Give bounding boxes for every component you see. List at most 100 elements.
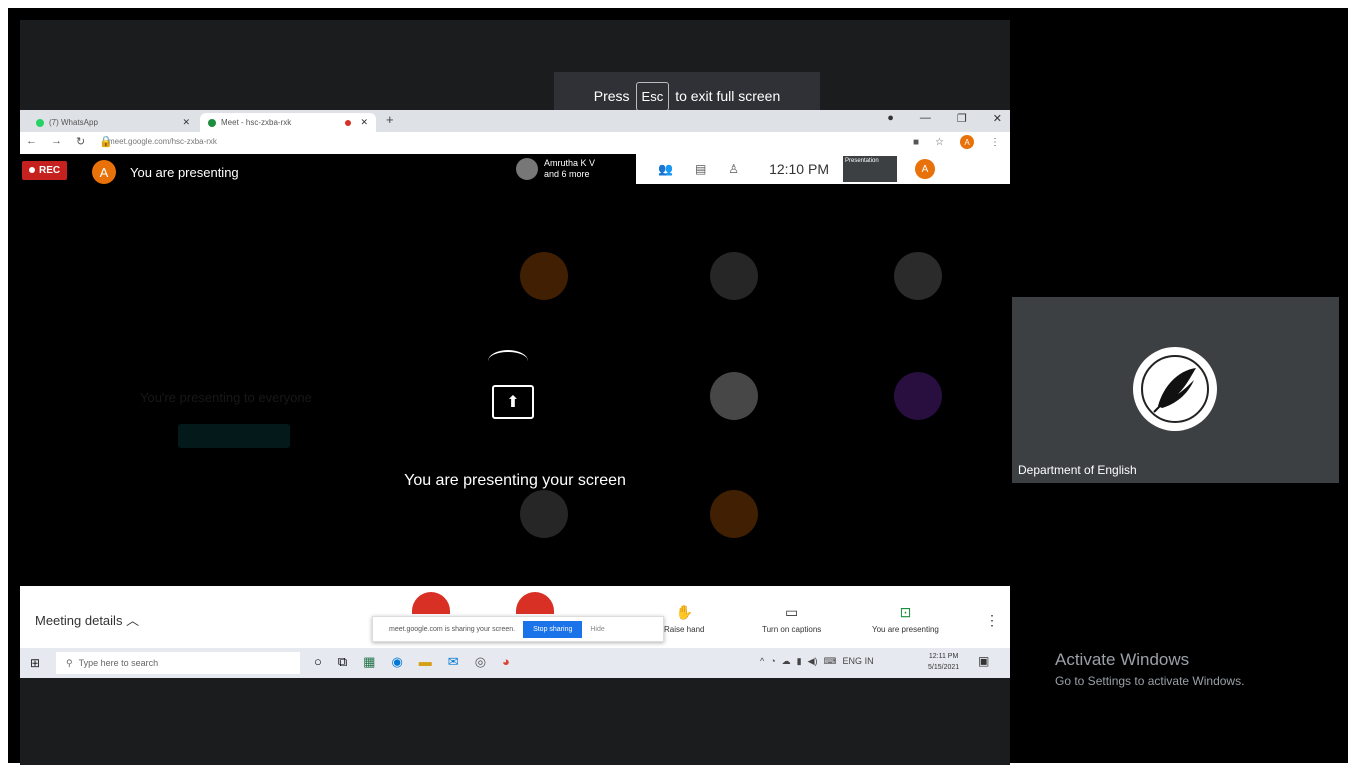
restore-icon[interactable]: ❐ bbox=[957, 112, 967, 125]
lang-label[interactable]: ENG IN bbox=[843, 656, 874, 667]
lang-region: IN bbox=[864, 656, 874, 666]
task-view-icon[interactable]: ⧉ bbox=[338, 654, 347, 670]
chevron-up-icon[interactable]: ^ bbox=[760, 656, 764, 667]
media-player-icon[interactable]: ◎ bbox=[475, 654, 486, 670]
new-tab-button[interactable]: + bbox=[386, 112, 394, 127]
rec-label: REC bbox=[39, 165, 61, 176]
participant-name: Department of English bbox=[1018, 463, 1137, 477]
mail-icon[interactable]: ✉ bbox=[448, 654, 459, 670]
browser-tabbar: (7) WhatsApp ✕ Meet - hsc-zxba-rxk ✕ + ●… bbox=[20, 110, 1010, 132]
present-icon: ⊡ bbox=[899, 604, 912, 620]
loading-spinner bbox=[488, 350, 528, 372]
address-actions: ■ ☆ A ⋮ bbox=[913, 135, 1000, 149]
present-screen-icon: ⬆ bbox=[492, 385, 534, 419]
tab-label: Meet - hsc-zxba-rxk bbox=[221, 118, 292, 127]
captions-button[interactable]: ▭ Turn on captions bbox=[762, 604, 821, 634]
sharing-banner: meet.google.com is sharing your screen. … bbox=[372, 616, 664, 642]
esc-key: Esc bbox=[635, 81, 670, 111]
search-placeholder: Type here to search bbox=[78, 658, 159, 668]
mic-tray-icon[interactable]: ▮ bbox=[797, 656, 802, 667]
captions-icon: ▭ bbox=[785, 604, 799, 620]
participant-name: Amrutha K V bbox=[544, 158, 596, 168]
background-stop-button bbox=[178, 424, 290, 448]
nav-buttons: ← → ↻ 🔒 bbox=[26, 135, 113, 148]
participant-tile bbox=[520, 490, 568, 538]
excel-icon[interactable]: ▦ bbox=[363, 654, 375, 670]
windows-start-icon[interactable]: ⊞ bbox=[30, 656, 40, 670]
sharing-text: meet.google.com is sharing your screen. bbox=[389, 625, 516, 633]
edge-icon[interactable]: ◉ bbox=[391, 654, 402, 670]
forward-icon[interactable]: → bbox=[51, 135, 62, 148]
cortana-icon[interactable]: ○ bbox=[314, 654, 322, 670]
participant-tile bbox=[520, 252, 568, 300]
more-options-icon[interactable]: ⋮ bbox=[985, 612, 999, 629]
participant-tile bbox=[710, 372, 758, 420]
whatsapp-icon bbox=[36, 118, 44, 127]
activate-windows-watermark: Activate Windows Go to Settings to activ… bbox=[1055, 650, 1244, 688]
meeting-details-label: Meeting details bbox=[35, 613, 123, 628]
participant-tile-department[interactable]: Department of English bbox=[1012, 297, 1339, 483]
back-icon[interactable]: ← bbox=[26, 135, 37, 148]
tab-meet[interactable]: Meet - hsc-zxba-rxk ✕ bbox=[200, 113, 376, 132]
participant-tile bbox=[894, 372, 942, 420]
close-window-icon[interactable]: ✕ bbox=[993, 112, 1002, 125]
windows-taskbar: ⊞ ⚲ Type here to search ○ ⧉ ▦ ◉ ▬ ✉ ◎ ◕ ^… bbox=[20, 648, 1010, 678]
mic-button[interactable] bbox=[412, 592, 450, 614]
toast-press: Press bbox=[593, 88, 630, 104]
taskbar-search-input[interactable]: ⚲ Type here to search bbox=[56, 652, 300, 674]
department-logo bbox=[1133, 347, 1217, 431]
present-button[interactable]: ⊡ You are presenting bbox=[872, 604, 939, 634]
taskbar-apps: ○ ⧉ ▦ ◉ ▬ ✉ ◎ ◕ bbox=[314, 654, 510, 670]
window-controls: ● — ❐ ✕ bbox=[887, 112, 1002, 125]
stop-sharing-button[interactable]: Stop sharing bbox=[523, 620, 583, 638]
menu-kebab-icon[interactable]: ⋮ bbox=[990, 137, 1000, 148]
presenting-screen-message: You are presenting your screen bbox=[404, 472, 626, 489]
extension-icon[interactable]: ● bbox=[887, 112, 894, 125]
raise-hand-label: Raise hand bbox=[664, 625, 705, 634]
star-icon[interactable]: ☆ bbox=[935, 137, 944, 148]
minimize-icon[interactable]: — bbox=[920, 112, 931, 125]
close-icon[interactable]: ✕ bbox=[360, 117, 368, 128]
participants-summary[interactable]: Amrutha K Vand 6 more bbox=[516, 158, 595, 180]
avatar: A bbox=[92, 160, 116, 184]
participant-tile bbox=[894, 252, 942, 300]
profile-avatar[interactable]: A bbox=[960, 135, 974, 149]
hide-button[interactable]: Hide bbox=[590, 626, 604, 633]
participant-tile bbox=[710, 490, 758, 538]
lang-code: ENG bbox=[842, 656, 863, 666]
keyboard-icon[interactable]: ⌨ bbox=[824, 656, 837, 667]
people-icon[interactable]: 👥 bbox=[658, 162, 673, 176]
chat-icon[interactable]: ▤ bbox=[695, 162, 706, 176]
watermark-title: Activate Windows bbox=[1055, 650, 1190, 669]
meeting-details-button[interactable]: Meeting details ︿ bbox=[35, 610, 139, 629]
reload-icon[interactable]: ↻ bbox=[76, 135, 85, 148]
url-input[interactable]: meet.google.com/hsc-zxba-rxk bbox=[108, 137, 217, 146]
present-label: You are presenting bbox=[872, 625, 939, 634]
cloud-icon[interactable]: ☁ bbox=[782, 656, 791, 667]
notification-icon[interactable]: ▣ bbox=[978, 654, 989, 668]
search-icon: ⚲ bbox=[66, 657, 73, 668]
presentation-thumbnail[interactable]: Presentation bbox=[843, 156, 897, 182]
presenting-label: You are presenting bbox=[130, 165, 239, 180]
toast-rest: to exit full screen bbox=[675, 88, 781, 104]
record-dot-icon bbox=[29, 167, 35, 173]
volume-icon[interactable]: ◀) bbox=[808, 656, 818, 667]
activities-icon[interactable]: ♙ bbox=[728, 162, 739, 176]
network-icon[interactable]: ◔ bbox=[770, 656, 775, 667]
file-explorer-icon[interactable]: ▬ bbox=[419, 654, 432, 670]
chevron-up-icon: ︿ bbox=[126, 613, 140, 628]
tab-label: (7) WhatsApp bbox=[49, 118, 98, 127]
raise-hand-button[interactable]: ✋ Raise hand bbox=[664, 604, 704, 634]
address-bar: ← → ↻ 🔒 meet.google.com/hsc-zxba-rxk ■ ☆… bbox=[20, 132, 1010, 155]
close-icon[interactable]: ✕ bbox=[182, 117, 190, 128]
tab-whatsapp[interactable]: (7) WhatsApp ✕ bbox=[28, 113, 198, 132]
chrome-icon[interactable]: ◕ bbox=[502, 654, 510, 670]
camera-icon[interactable]: ■ bbox=[913, 137, 919, 148]
watermark-subtitle: Go to Settings to activate Windows. bbox=[1055, 674, 1245, 688]
participant-avatar bbox=[516, 158, 538, 180]
camera-button[interactable] bbox=[516, 592, 554, 614]
meet-icon bbox=[208, 118, 216, 127]
meet-bottom-bar: Meeting details ︿ meet.google.com is sha… bbox=[20, 586, 1010, 648]
taskbar-clock[interactable]: 12:11 PM 5/15/2021 bbox=[928, 651, 959, 673]
hand-icon: ✋ bbox=[675, 604, 693, 620]
